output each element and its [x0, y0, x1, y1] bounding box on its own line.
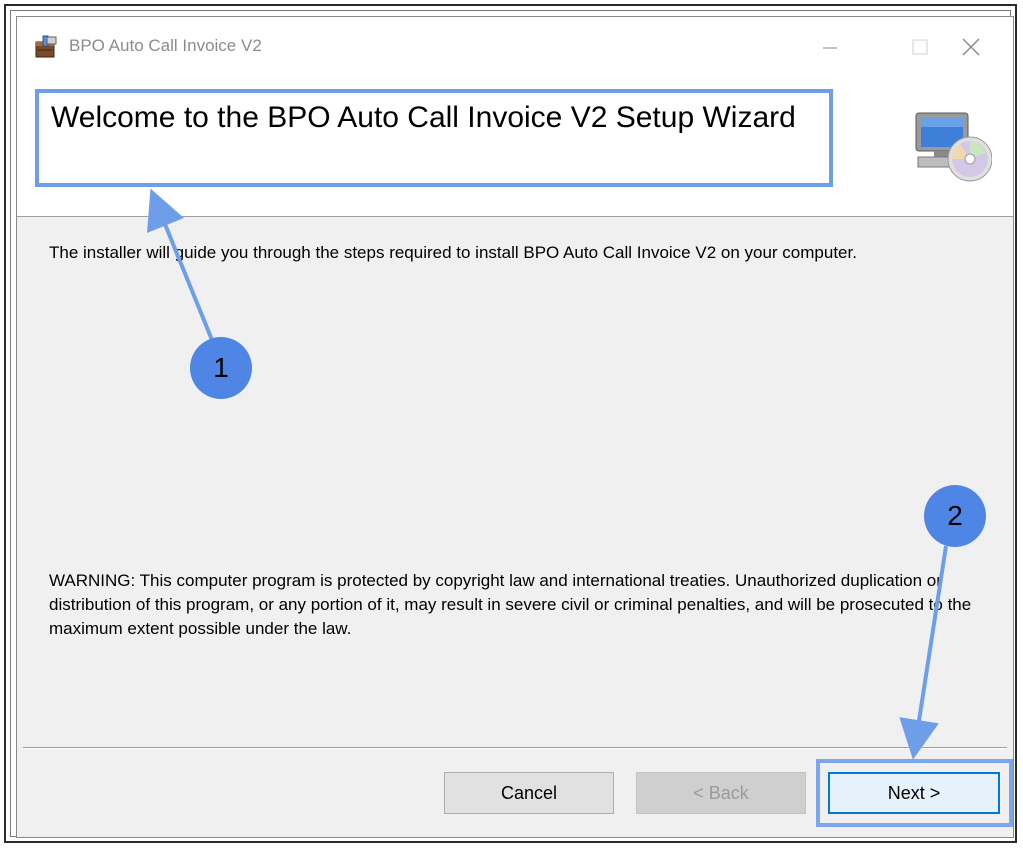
close-button[interactable] [925, 17, 1015, 79]
close-icon [962, 38, 980, 56]
window-title: BPO Auto Call Invoice V2 [69, 36, 262, 55]
minimize-button[interactable] [785, 17, 875, 79]
welcome-title-highlight: Welcome to the BPO Auto Call Invoice V2 … [35, 89, 833, 187]
next-button[interactable]: Next > [828, 772, 1000, 814]
minimize-icon [823, 47, 837, 49]
setup-wizard-window: BPO Auto Call Invoice V2 Welcome to the … [16, 16, 1014, 838]
installer-package-icon [33, 34, 59, 60]
button-divider [23, 747, 1007, 749]
computer-cd-icon [912, 109, 993, 184]
cancel-button[interactable]: Cancel [444, 772, 614, 814]
intro-text: The installer will guide you through the… [49, 243, 857, 262]
wizard-header: Welcome to the BPO Auto Call Invoice V2 … [17, 79, 1013, 217]
copyright-warning: WARNING: This computer program is protec… [49, 571, 972, 638]
annotation-badge-1: 1 [190, 337, 252, 399]
annotation-badge-2: 2 [924, 485, 986, 547]
back-button[interactable]: < Back [636, 772, 806, 814]
title-bar[interactable]: BPO Auto Call Invoice V2 [17, 17, 1013, 79]
welcome-title: Welcome to the BPO Auto Call Invoice V2 … [51, 101, 796, 134]
